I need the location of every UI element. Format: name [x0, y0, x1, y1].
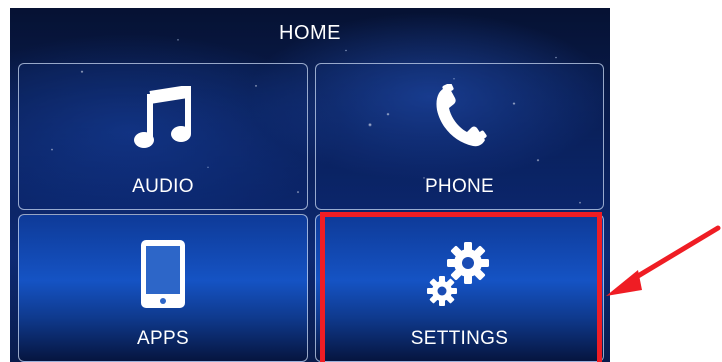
- settings-tile[interactable]: SETTINGS: [315, 214, 604, 362]
- home-screen: HOME AUDIO PHONE APPS SETTINGS: [10, 8, 610, 362]
- phone-label: PHONE: [424, 176, 495, 197]
- pointer-arrow: [606, 225, 721, 296]
- gears-icon: [426, 242, 489, 306]
- tablet-icon: [141, 240, 185, 308]
- audio-tile[interactable]: AUDIO: [18, 63, 308, 210]
- apps-tile[interactable]: APPS: [18, 214, 308, 362]
- page-title: HOME: [279, 22, 341, 44]
- music-note-icon: [134, 86, 191, 148]
- audio-label: AUDIO: [132, 176, 194, 197]
- phone-icon: [435, 84, 487, 147]
- apps-label: APPS: [137, 328, 189, 349]
- phone-tile[interactable]: PHONE: [315, 63, 604, 210]
- settings-label: SETTINGS: [410, 328, 509, 349]
